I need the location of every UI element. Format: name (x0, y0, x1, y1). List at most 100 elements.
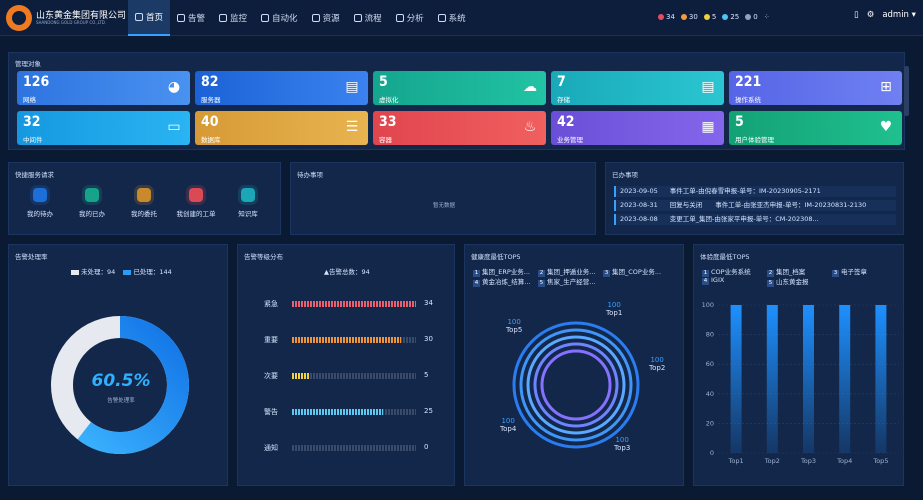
legend-label: IGIX (711, 276, 725, 284)
nav-item-warning[interactable]: 告警 (170, 0, 212, 36)
status-count[interactable]: 5 (703, 13, 717, 21)
nav-item-automation[interactable]: 自动化 (254, 0, 305, 36)
warning-icon (177, 14, 186, 22)
logo-name-en: SHANDONG GOLD GROUP CO.,LTD. (36, 20, 107, 25)
card-count: 221 (735, 74, 762, 90)
experience-legend-item[interactable]: 3 电子签章 (832, 266, 867, 277)
ring-name: Top5 (506, 326, 523, 334)
scrollbar[interactable] (904, 66, 909, 116)
ring-value: 100 (507, 318, 521, 326)
company-logo[interactable]: 山东黄金集团有限公司 SHANDONG GOLD GROUP CO.,LTD. (4, 4, 126, 32)
experience-title: 体验度最低TOP5 (700, 253, 750, 261)
card-label: 存储 (557, 96, 570, 104)
nav-label: 流程 (364, 14, 382, 24)
managed-card-database[interactable]: 40 数据库 ☰ (195, 111, 368, 145)
ring-name: Top4 (500, 425, 517, 433)
health-legend-item[interactable]: 3 集团_COP业务... (603, 266, 661, 277)
nav-item-home[interactable]: 首页 (128, 0, 171, 36)
top-right-tools: ▯ ⚙ admin ▾ (854, 10, 916, 20)
managed-card-server[interactable]: 82 服务器 ▤ (195, 71, 368, 105)
y-tick-label: 40 (706, 390, 714, 398)
card-label: 业务管理 (557, 136, 583, 144)
card-count: 33 (379, 114, 397, 130)
legend-label: 集团_COP业务... (612, 268, 662, 276)
legend-label: 集团_押遁业务... (547, 268, 596, 276)
todo-icon (33, 188, 47, 202)
quick-item[interactable]: 我创建的工单 (171, 188, 221, 218)
alarm-level-row[interactable]: 通知 0 (246, 443, 456, 453)
alarm-level-track (292, 445, 416, 451)
alarm-level-label: 次要 (264, 372, 278, 380)
document-icon[interactable]: ▯ (854, 10, 859, 20)
alarm-level-value: 34 (424, 299, 433, 307)
nav-item-system[interactable]: 系统 (431, 0, 473, 36)
managed-card-storage[interactable]: 7 存储 ▤ (551, 71, 724, 105)
main-nav: 首页 告警 监控 自动化 资源 流程 分析 系统 (128, 0, 473, 36)
more-icon[interactable]: ⁘ (764, 13, 770, 21)
nav-item-flow[interactable]: 流程 (347, 0, 389, 36)
status-count[interactable]: 25 (722, 13, 739, 21)
nav-label: 系统 (448, 14, 466, 24)
experience-bar[interactable] (766, 305, 778, 453)
apps-icon: ▦ (701, 119, 715, 135)
legend-index: 3 (832, 270, 839, 277)
done-row[interactable]: 2023-08-31 回复与关闭 事件工单-由张亚杰申报-单号：IM-202308… (614, 200, 896, 211)
status-count-value: 0 (753, 13, 758, 21)
card-count: 32 (23, 114, 41, 130)
alarm-level-label: 紧急 (264, 300, 278, 308)
status-dot-icon (703, 14, 710, 20)
nav-item-resource[interactable]: 资源 (305, 0, 347, 36)
experience-legend-item[interactable]: 4 IGIX (702, 276, 724, 285)
x-tick-label: Top2 (764, 457, 780, 465)
alarm-level-row[interactable]: 重要 30 (246, 335, 456, 345)
ring-value: 100 (615, 436, 629, 444)
managed-card-cloud[interactable]: 5 虚拟化 ☁ (373, 71, 546, 105)
nav-label: 告警 (188, 14, 206, 24)
quick-item[interactable]: 我的委托 (119, 188, 169, 218)
alarm-level-fill (292, 373, 311, 379)
done-text: 事件工单-由倪春雪申报-单号：IM-20230905-2171 (669, 187, 821, 195)
alarm-rate-title: 告警处理率 (15, 253, 48, 261)
status-count[interactable]: 0 (745, 13, 758, 21)
status-count-value: 30 (688, 13, 698, 21)
managed-card-globe[interactable]: 126 网络 ◕ (17, 71, 190, 105)
status-count-value: 5 (711, 13, 717, 21)
alarm-level-label: 警告 (264, 408, 278, 416)
alarm-level-row[interactable]: 警告 25 (246, 407, 456, 417)
managed-card-apps[interactable]: 42 业务管理 ▦ (551, 111, 724, 145)
quick-item[interactable]: 知识库 (223, 188, 273, 218)
nav-item-analysis[interactable]: 分析 (389, 0, 431, 36)
done-row[interactable]: 2023-09-05 事件工单-由倪春雪申报-单号：IM-20230905-217… (614, 186, 896, 197)
alarm-level-fill (292, 337, 402, 343)
legend-label: 山东黄金报 (776, 278, 809, 286)
nav-item-monitor[interactable]: 监控 (212, 0, 254, 36)
ring-name: Top1 (606, 309, 623, 317)
experience-bar[interactable] (730, 305, 742, 453)
alarm-level-row[interactable]: 紧急 34 (246, 299, 456, 309)
card-label: 中间件 (23, 136, 43, 144)
experience-legend-item[interactable]: 5 山东黄金报 (767, 276, 809, 287)
y-tick-label: 0 (710, 449, 714, 457)
experience-bar[interactable] (803, 305, 814, 453)
legend-label: 集团_ERP业务... (482, 268, 530, 276)
managed-card-container[interactable]: 33 容器 ♨ (373, 111, 546, 145)
managed-card-desktop[interactable]: 32 中间件 ▭ (17, 111, 190, 145)
ring-name: Top2 (649, 364, 666, 372)
quick-item[interactable]: 我的已办 (67, 188, 117, 218)
alarm-level-row[interactable]: 次要 5 (246, 371, 456, 381)
alarm-level-value: 0 (424, 443, 429, 451)
managed-card-heart[interactable]: 5 用户体验管理 ♥ (729, 111, 902, 145)
status-count[interactable]: 34 (658, 13, 675, 21)
ring-label-top2: 100 Top2 (649, 356, 665, 372)
experience-bar[interactable] (839, 305, 851, 453)
card-label: 虚拟化 (379, 96, 399, 104)
ticket-icon (189, 188, 203, 202)
cloud-icon: ☁ (523, 79, 537, 95)
gear-icon[interactable]: ⚙ (867, 10, 875, 20)
quick-item[interactable]: 我的待办 (15, 188, 65, 218)
user-menu[interactable]: admin ▾ (882, 10, 916, 20)
experience-bar[interactable] (875, 305, 887, 453)
managed-card-windows[interactable]: 221 操作系统 ⊞ (729, 71, 902, 105)
status-count[interactable]: 30 (680, 13, 698, 21)
done-row[interactable]: 2023-08-08 变更工单_集团-由张家平申报-单号：CM-202308... (614, 214, 896, 225)
